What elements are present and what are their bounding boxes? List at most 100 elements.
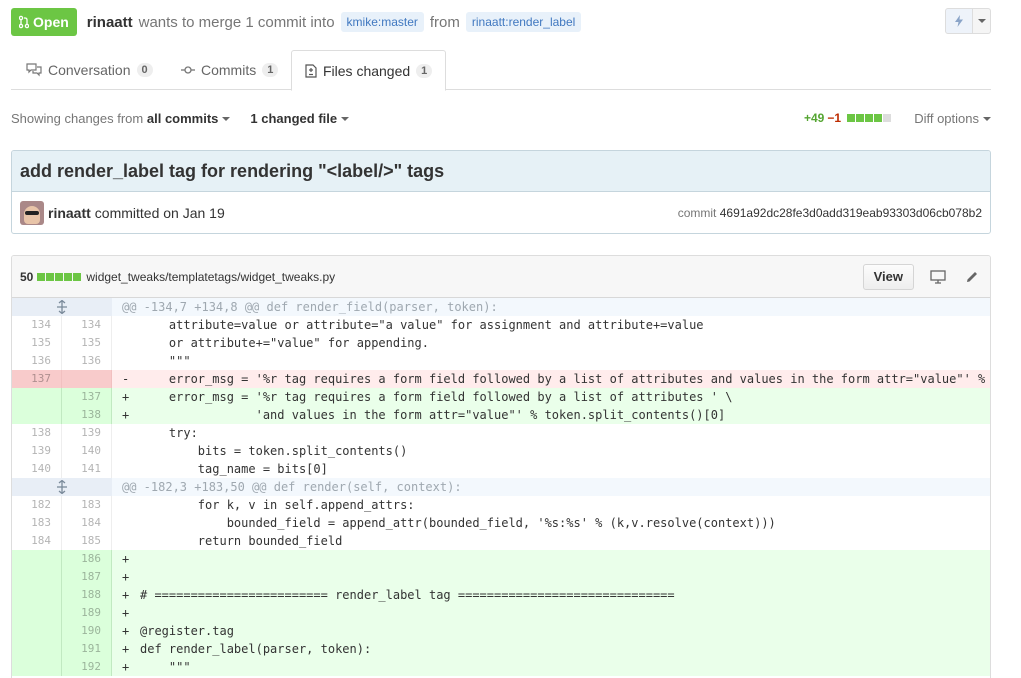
head-branch: rinaatt:render_label [465,12,582,32]
diffstat-block [37,272,46,281]
diff-line: 184 185 return bounded_field [12,532,990,550]
old-line-number[interactable] [12,388,62,406]
diff-marker: + [122,390,130,404]
diffstat-block [883,114,891,122]
tab-files-changed[interactable]: Files changed 1 [291,50,447,91]
lightning-button[interactable] [945,8,973,34]
avatar[interactable] [20,201,44,225]
old-line-number[interactable] [12,604,62,622]
code-text: for k, v in self.append_attrs: [140,498,415,512]
edit-file-button[interactable] [962,267,982,287]
conversation-icon [26,63,42,77]
old-line-number[interactable]: 140 [12,460,62,478]
pr-state-badge: Open [11,8,77,36]
diff-line: 190 + @register.tag [12,622,990,640]
diff-options-button[interactable]: Diff options [914,111,991,126]
tab-conversation[interactable]: Conversation 0 [13,50,166,90]
new-line-number[interactable]: 134 [62,316,112,334]
old-line-number[interactable] [12,550,62,568]
new-line-number[interactable]: 136 [62,352,112,370]
diffstat-block [874,114,882,122]
diffstat-block [55,272,64,281]
view-file-button[interactable]: View [862,263,914,290]
changed-files-select[interactable]: 1 changed file [250,110,350,126]
old-line-number[interactable] [12,586,62,604]
diff-line: 139 140 bits = token.split_contents() [12,442,990,460]
diffstat-block [865,114,873,122]
tab-conversation-label: Conversation [48,62,131,78]
commit-sha-label: commit [677,206,717,220]
diffstat: +49 −1 [804,111,891,125]
hunk-header-text: @@ -182,3 +183,50 @@ def render(self, co… [122,480,462,494]
new-line-number[interactable]: 187 [62,568,112,586]
header-dropdown-button[interactable] [973,8,991,34]
deletions-count: −1 [827,111,841,125]
old-line-number[interactable]: 137 [12,370,62,388]
chevron-down-icon [977,19,986,23]
diff-line: 138 139 try: [12,424,990,442]
new-line-number[interactable]: 141 [62,460,112,478]
new-line-number[interactable]: 140 [62,442,112,460]
diffstat-block [73,272,82,281]
new-line-number[interactable]: 190 [62,622,112,640]
old-line-number[interactable] [12,568,62,586]
new-line-number[interactable]: 185 [62,532,112,550]
new-line-number[interactable]: 191 [62,640,112,658]
new-line-number[interactable]: 189 [62,604,112,622]
expand-button[interactable] [12,478,112,496]
diff-marker [122,460,140,478]
pr-state-label: Open [33,14,69,30]
display-rich-diff-button[interactable] [928,267,948,287]
new-line-number[interactable] [62,370,112,388]
new-line-number[interactable]: 188 [62,586,112,604]
diff-marker: + [122,570,130,584]
diff-line: 138 + 'and values in the form attr="value… [12,406,990,424]
code-text: or attribute+="value" for appending. [140,336,429,350]
commit-sha-value[interactable]: 4691a92dc28fe3d0add319eab93303d06cb078b2 [720,206,982,220]
code-line: for k, v in self.append_attrs: [112,496,990,514]
new-line-number[interactable]: 138 [62,406,112,424]
old-line-number[interactable]: 139 [12,442,62,460]
old-line-number[interactable]: 183 [12,514,62,532]
changed-files-label: 1 changed file [250,110,338,126]
new-line-number[interactable]: 139 [62,424,112,442]
expand-button[interactable] [12,298,112,316]
new-line-number[interactable]: 183 [62,496,112,514]
code-line: bits = token.split_contents() [112,442,990,460]
code-text: error_msg = '%r tag requires a form fiel… [168,372,986,386]
code-text: try: [140,426,198,440]
code-line: or attribute+="value" for appending. [112,334,990,352]
chevron-down-icon [341,117,350,122]
new-line-number[interactable]: 186 [62,550,112,568]
diff-line: 192 + """ [12,658,990,676]
new-line-number[interactable]: 184 [62,514,112,532]
old-line-number[interactable]: 182 [12,496,62,514]
old-line-number[interactable]: 135 [12,334,62,352]
old-line-number[interactable] [12,658,62,676]
commit-range-select[interactable]: Showing changes from all commits [11,111,231,126]
old-line-number[interactable] [12,406,62,424]
tab-commits[interactable]: Commits 1 [168,50,291,90]
diff-marker [122,514,140,532]
old-line-number[interactable]: 184 [12,532,62,550]
pr-header: Open rinaatt wants to merge 1 commit int… [11,8,991,36]
diff-line: 137 - error_msg = '%r tag requires a form… [12,370,990,388]
old-line-number[interactable] [12,622,62,640]
old-line-number[interactable]: 134 [12,316,62,334]
new-line-number[interactable]: 192 [62,658,112,676]
code-line: - error_msg = '%r tag requires a form fi… [112,370,990,388]
old-line-number[interactable]: 138 [12,424,62,442]
diff-line: 186 + [12,550,990,568]
pr-author[interactable]: rinaatt [87,14,133,31]
diff-marker [122,334,140,352]
diffstat-bar [847,114,891,122]
lightning-icon [955,15,963,27]
new-line-number[interactable]: 137 [62,388,112,406]
old-line-number[interactable]: 136 [12,352,62,370]
commit-author[interactable]: rinaatt [48,205,91,221]
file-path[interactable]: widget_tweaks/templatetags/widget_tweaks… [86,270,335,284]
diff-marker: - [122,372,130,386]
diff-marker [122,496,140,514]
new-line-number[interactable]: 135 [62,334,112,352]
old-line-number[interactable] [12,640,62,658]
